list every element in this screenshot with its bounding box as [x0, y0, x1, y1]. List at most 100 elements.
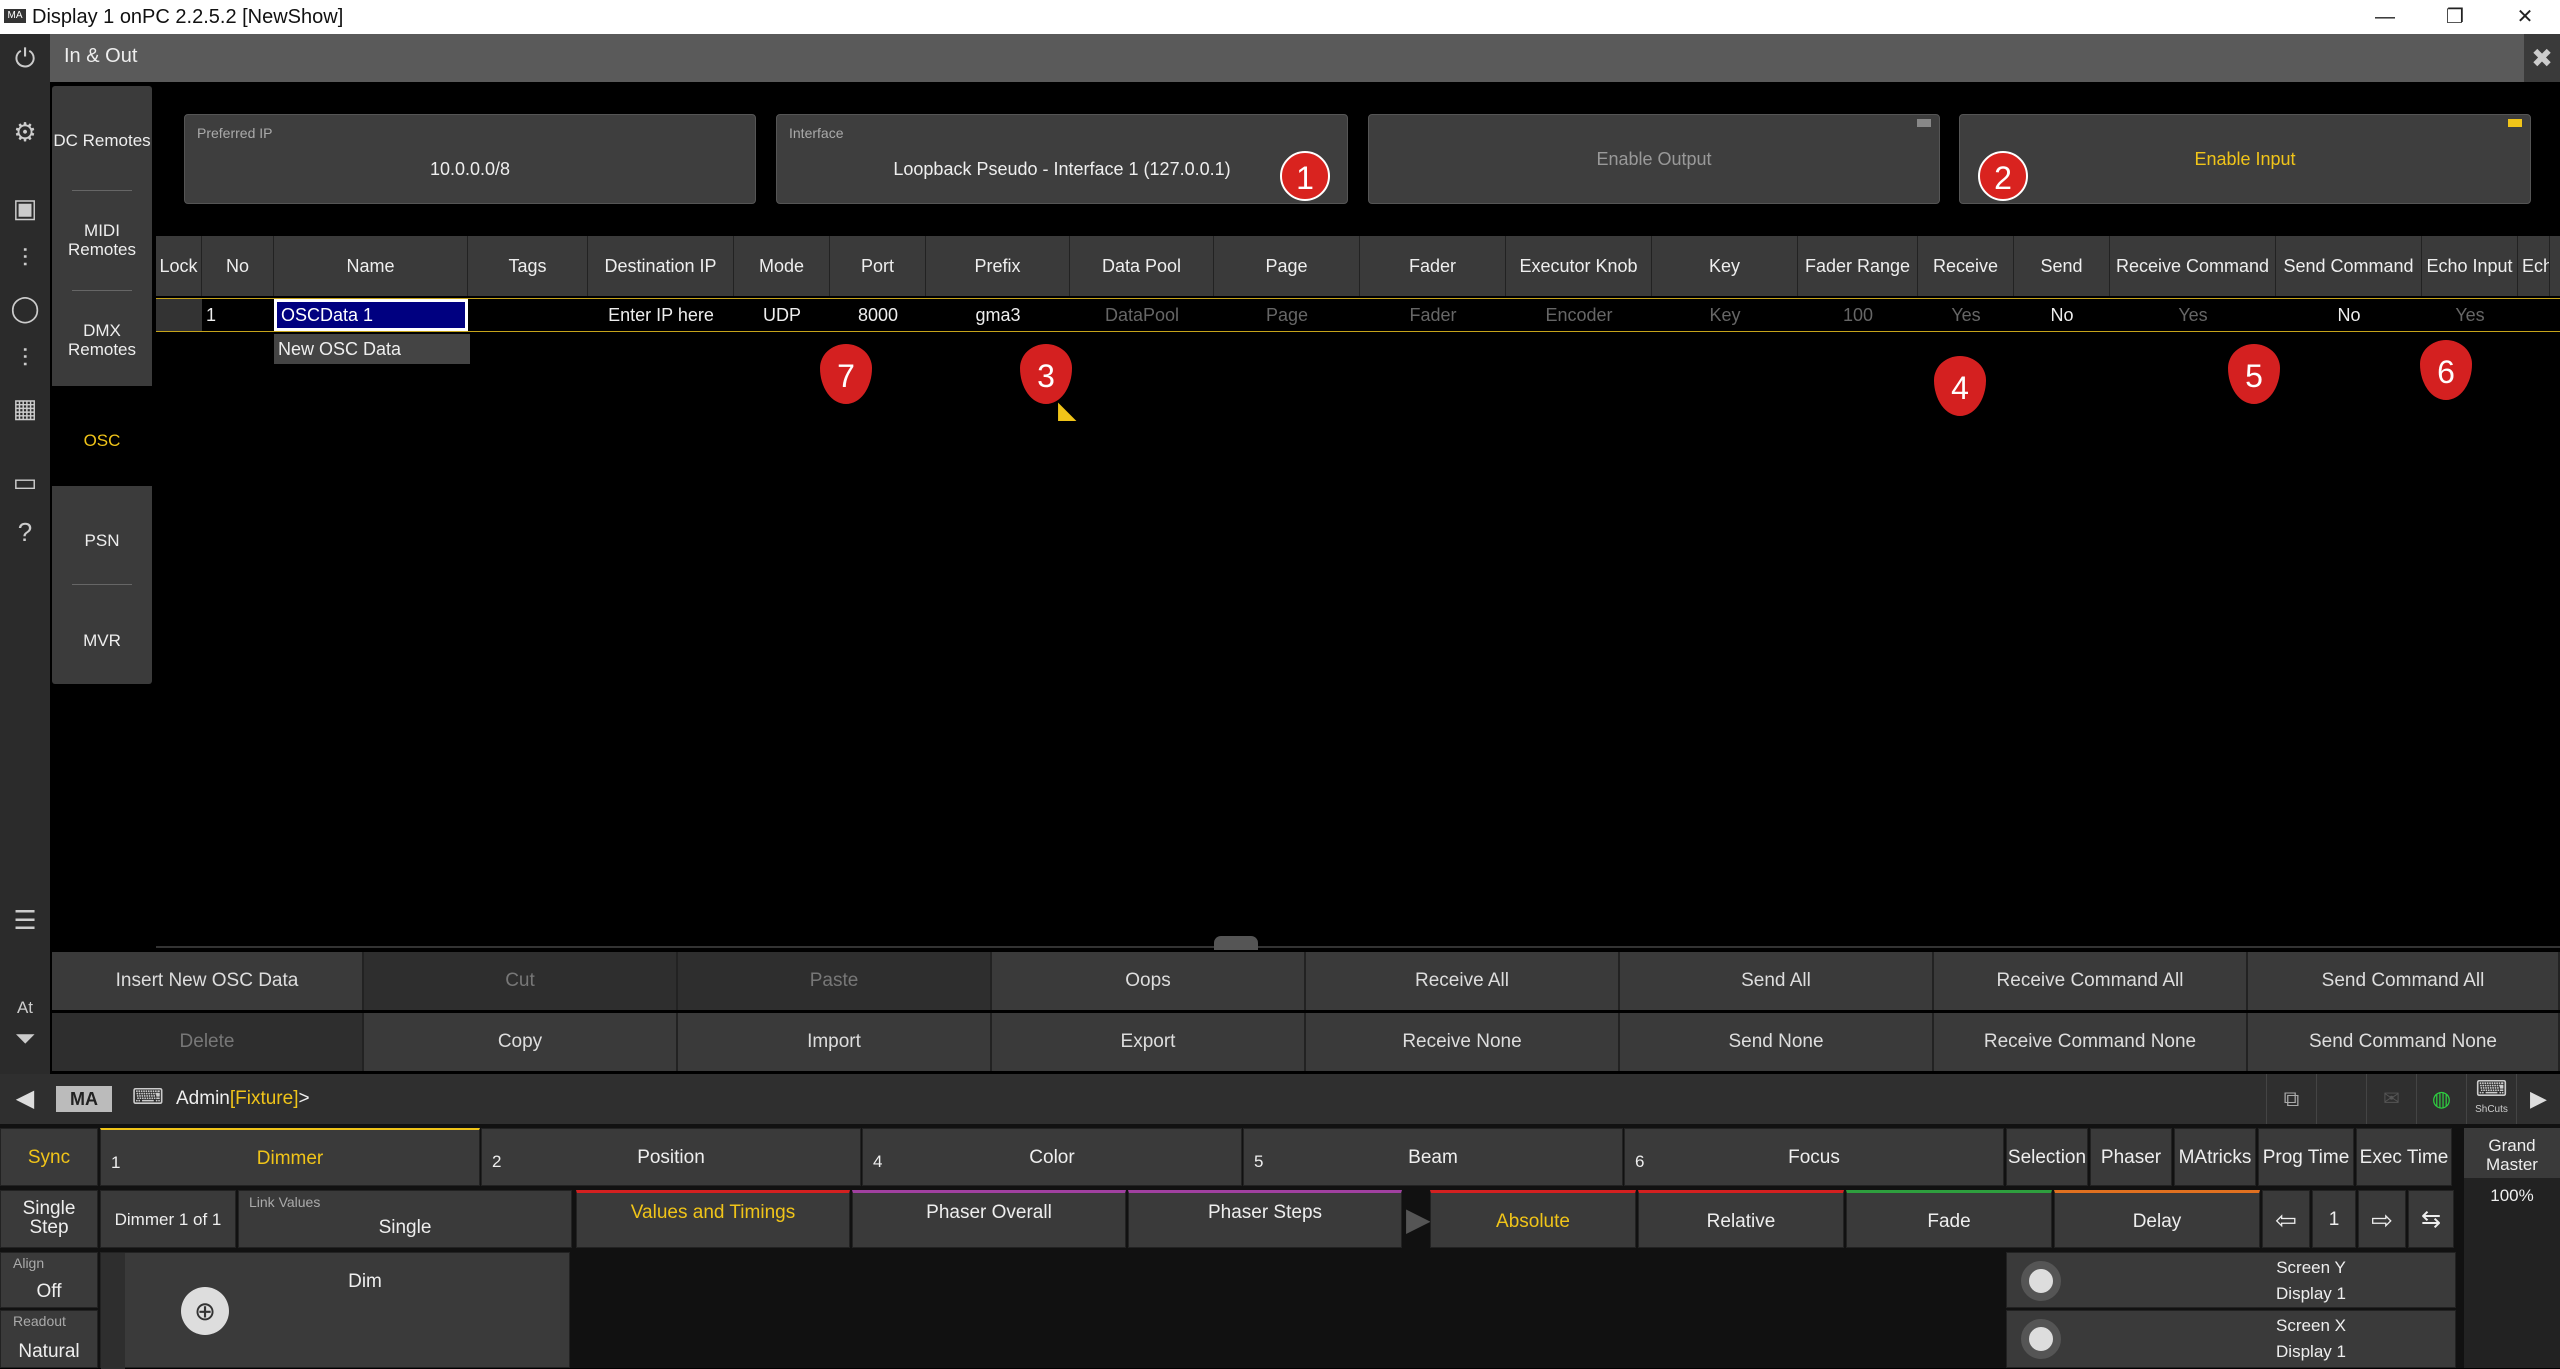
relative-button[interactable]: Relative [1638, 1190, 1844, 1248]
shortcuts-button[interactable]: ⌨ ShCuts [2466, 1074, 2516, 1124]
insert-new-osc-data-button[interactable]: Insert New OSC Data [52, 952, 364, 1010]
col-fader-range[interactable]: Fader Range [1798, 236, 1918, 296]
preset-dimmer[interactable]: 1 Dimmer [100, 1128, 480, 1186]
cell-no[interactable]: 1 [202, 299, 274, 331]
oops-button[interactable]: Oops [992, 952, 1306, 1010]
cell-name[interactable]: OSCData 1 [274, 299, 468, 331]
cell-destination-ip[interactable]: Enter IP here [588, 299, 734, 331]
receive-command-all-button[interactable]: Receive Command All [1934, 952, 2248, 1010]
col-key[interactable]: Key [1652, 236, 1798, 296]
faders-icon[interactable]: ⫶ [0, 234, 50, 282]
col-data-pool[interactable]: Data Pool [1070, 236, 1214, 296]
nav-dmx-remotes[interactable]: DMX Remotes [52, 310, 152, 370]
cell-echo-output[interactable] [2518, 299, 2550, 331]
export-button[interactable]: Export [992, 1013, 1306, 1071]
preset-position[interactable]: 2 Position [481, 1128, 861, 1186]
enable-output-button[interactable]: Enable Output [1368, 114, 1940, 204]
cell-fader[interactable]: Fader [1360, 299, 1506, 331]
dropdown-item-new-osc-data[interactable]: New OSC Data [274, 334, 470, 364]
col-echo-input[interactable]: Echo Input [2422, 236, 2518, 296]
delay-button[interactable]: Delay [2054, 1190, 2260, 1248]
maximize-button[interactable]: ❐ [2420, 0, 2490, 34]
cell-key[interactable]: Key [1652, 299, 1798, 331]
col-no[interactable]: No [202, 236, 274, 296]
fade-button[interactable]: Fade [1846, 1190, 2052, 1248]
power-icon[interactable]: ⏻ [0, 34, 50, 82]
send-command-none-button[interactable]: Send Command None [2248, 1013, 2560, 1071]
settings-icon[interactable]: ⚙ [0, 108, 50, 156]
patch-icon[interactable]: ▦ [0, 384, 50, 432]
cell-send[interactable]: No [2014, 299, 2110, 331]
send-command-all-button[interactable]: Send Command All [2248, 952, 2560, 1010]
screen-x-item[interactable]: Screen X Display 1 [2006, 1310, 2456, 1368]
help-icon[interactable]: ? [0, 508, 50, 556]
preset-color[interactable]: 4 Color [862, 1128, 1242, 1186]
list-icon[interactable]: ☰ [0, 896, 50, 944]
import-button[interactable]: Import [678, 1013, 992, 1071]
mixer-icon[interactable]: ⫶ [0, 334, 50, 382]
close-icon[interactable]: ✖ [2524, 34, 2560, 82]
preset-focus[interactable]: 6 Focus [1624, 1128, 2004, 1186]
filter-icon[interactable]: ⏷ [0, 1014, 50, 1062]
col-send[interactable]: Send [2014, 236, 2110, 296]
phaser-overall-button[interactable]: Phaser Overall [852, 1190, 1126, 1248]
sync-button[interactable]: Sync [0, 1128, 98, 1186]
cell-tags[interactable] [468, 299, 588, 331]
dim-encoder[interactable]: Dim ⊕ [100, 1252, 570, 1369]
col-tags[interactable]: Tags [468, 236, 588, 296]
cell-echo-input[interactable]: Yes [2422, 299, 2518, 331]
table-row[interactable]: 1 OSCData 1 Enter IP here UDP 8000 gma3 … [156, 298, 2560, 332]
link-values-select[interactable]: Link Values Single [238, 1190, 572, 1248]
cell-send-command[interactable]: No [2276, 299, 2422, 331]
paste-button[interactable]: Paste [678, 952, 992, 1010]
single-step-button[interactable]: Single Step [0, 1190, 98, 1248]
nav-mvr[interactable]: MVR [52, 620, 152, 660]
col-name[interactable]: Name [274, 236, 468, 296]
col-port[interactable]: Port [830, 236, 926, 296]
store-icon[interactable]: ▣ [0, 184, 50, 232]
screen-y-knob-icon[interactable] [2021, 1261, 2061, 1301]
receive-all-button[interactable]: Receive All [1306, 952, 1620, 1010]
cell-lock[interactable] [156, 299, 202, 331]
copy-button[interactable]: Copy [364, 1013, 678, 1071]
cell-executor-knob[interactable]: Encoder [1506, 299, 1652, 331]
close-window-button[interactable]: ✕ [2490, 0, 2560, 34]
col-page[interactable]: Page [1214, 236, 1360, 296]
arrow-right-page-icon[interactable]: ⇨ [2358, 1190, 2406, 1248]
nav-midi-remotes[interactable]: MIDI Remotes [52, 210, 152, 270]
preferred-ip-field[interactable]: Preferred IP 10.0.0.0/8 [184, 114, 756, 204]
exec-time-button[interactable]: Exec Time [2356, 1128, 2452, 1186]
align-select[interactable]: Align Off [0, 1252, 98, 1308]
cell-mode[interactable]: UDP [734, 299, 830, 331]
values-timings-button[interactable]: Values and Timings [576, 1190, 850, 1248]
nav-psn[interactable]: PSN [52, 520, 152, 560]
globe-icon[interactable]: ◍ [2416, 1074, 2466, 1124]
cell-prefix[interactable]: gma3 [926, 299, 1070, 331]
delete-button[interactable]: Delete [52, 1013, 364, 1071]
arrow-left-icon[interactable]: ◀ [0, 1074, 50, 1124]
arrow-left-page-icon[interactable]: ⇦ [2262, 1190, 2310, 1248]
keyboard-icon[interactable]: ⌨ [132, 1084, 164, 1110]
resize-handle[interactable] [1214, 936, 1258, 950]
interface-field[interactable]: Interface Loopback Pseudo - Interface 1 … [776, 114, 1348, 204]
col-echo-output[interactable]: Ech [2518, 236, 2550, 296]
prog-time-button[interactable]: Prog Time [2258, 1128, 2354, 1186]
selection-button[interactable]: Selection [2006, 1128, 2088, 1186]
screen-y-item[interactable]: Screen Y Display 1 [2006, 1252, 2456, 1308]
cell-receive[interactable]: Yes [1918, 299, 2014, 331]
send-all-button[interactable]: Send All [1620, 952, 1934, 1010]
receive-none-button[interactable]: Receive None [1306, 1013, 1620, 1071]
col-prefix[interactable]: Prefix [926, 236, 1070, 296]
nav-osc[interactable]: OSC [52, 420, 152, 460]
readout-select[interactable]: Readout Natural [0, 1310, 98, 1368]
cut-button[interactable]: Cut [364, 952, 678, 1010]
cell-fader-range[interactable]: 100 [1798, 299, 1918, 331]
mail-icon[interactable]: ✉ [2366, 1074, 2416, 1124]
col-receive[interactable]: Receive [1918, 236, 2014, 296]
enable-input-button[interactable]: Enable Input [1959, 114, 2531, 204]
absolute-button[interactable]: Absolute [1430, 1190, 1636, 1248]
screen-x-knob-icon[interactable] [2021, 1319, 2061, 1359]
phaser-steps-button[interactable]: Phaser Steps [1128, 1190, 1402, 1248]
col-mode[interactable]: Mode [734, 236, 830, 296]
matricks-button[interactable]: MAtricks [2174, 1128, 2256, 1186]
